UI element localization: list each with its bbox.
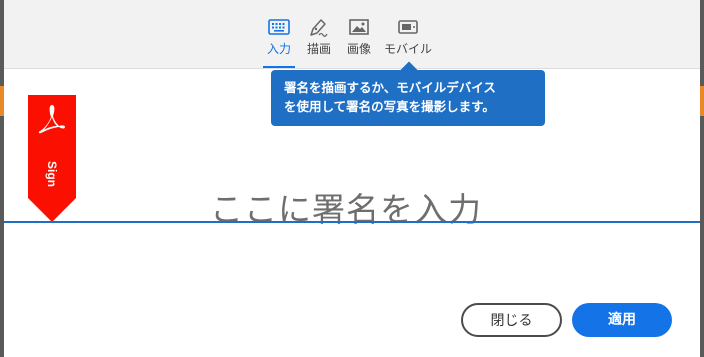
app-stage: 入力 描画 画像 モバイル 署名を描画するか、モバイルデバイス を使用して署名の… bbox=[0, 0, 704, 357]
signature-mode-tabbar: 入力 描画 画像 モバイル bbox=[4, 0, 700, 69]
tab-type-label: 入力 bbox=[266, 42, 291, 56]
mobile-icon bbox=[398, 20, 418, 34]
signature-input[interactable]: ここに署名を入力 bbox=[210, 183, 482, 231]
tab-image-label: 画像 bbox=[346, 42, 371, 56]
signature-baseline bbox=[4, 221, 700, 223]
tab-type[interactable]: 入力 bbox=[263, 10, 295, 68]
tooltip-line-1: 署名を描画するか、モバイルデバイス bbox=[284, 80, 496, 95]
close-button[interactable]: 閉じる bbox=[461, 303, 562, 337]
tab-mobile[interactable]: モバイル bbox=[382, 10, 434, 68]
signature-dialog: 入力 描画 画像 モバイル 署名を描画するか、モバイルデバイス を使用して署名の… bbox=[4, 0, 700, 357]
ribbon-label: Sign bbox=[45, 161, 59, 187]
tab-mobile-label: モバイル bbox=[383, 42, 432, 56]
tab-draw[interactable]: 描画 bbox=[303, 10, 335, 68]
tab-draw-label: 描画 bbox=[306, 42, 331, 56]
keyboard-icon bbox=[268, 19, 290, 35]
image-icon bbox=[349, 19, 369, 35]
ribbon-shape bbox=[28, 95, 76, 222]
pen-icon bbox=[310, 19, 328, 37]
tooltip-line-2: を使用して署名の写真を撮影します。 bbox=[284, 99, 495, 114]
apply-button[interactable]: 適用 bbox=[572, 303, 672, 337]
tab-image[interactable]: 画像 bbox=[343, 10, 375, 68]
mobile-tooltip: 署名を描画するか、モバイルデバイス を使用して署名の写真を撮影します。 bbox=[271, 70, 545, 126]
sign-ribbon: Sign bbox=[28, 95, 76, 222]
